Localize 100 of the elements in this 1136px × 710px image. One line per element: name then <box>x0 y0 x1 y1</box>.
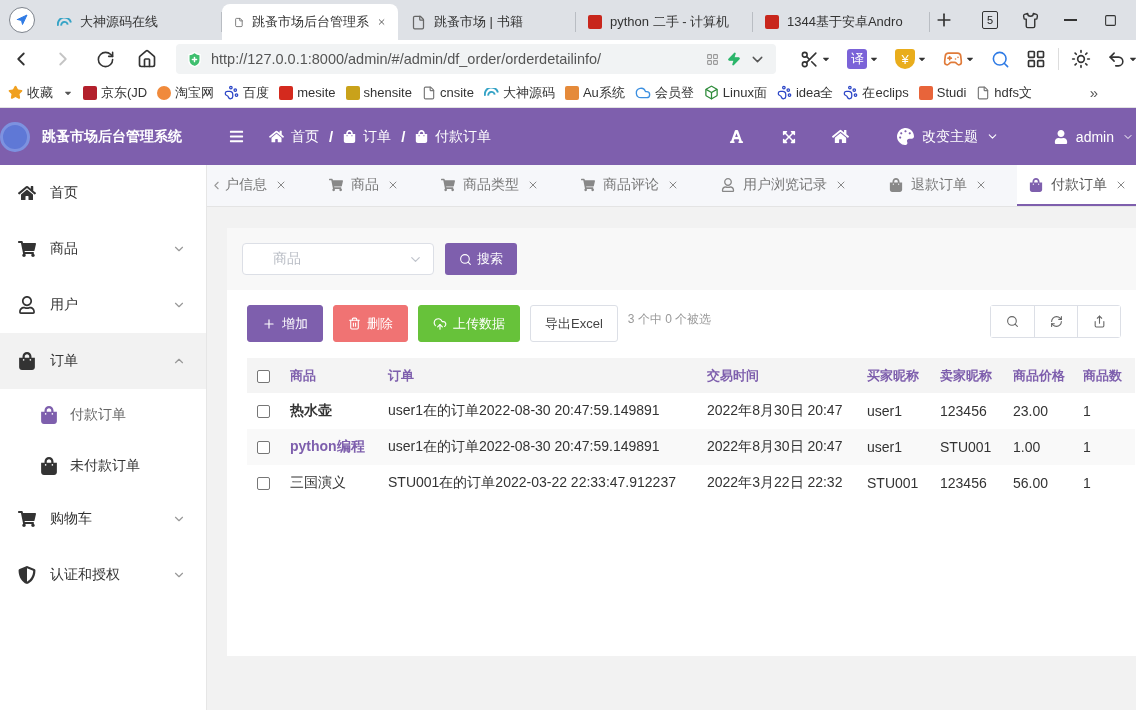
bag-icon <box>18 352 36 370</box>
select-all-checkbox[interactable] <box>257 369 270 383</box>
column-header[interactable]: 商品价格 <box>1003 358 1073 393</box>
bookmark-link[interactable]: shensite <box>345 85 412 100</box>
user-icon <box>18 296 36 314</box>
sidebar-item[interactable]: 订单 <box>0 333 206 389</box>
page-tab[interactable]: 付款订单 <box>1017 165 1136 206</box>
bag-icon <box>40 405 58 424</box>
app-title: 跳蚤市场后台管理系统 <box>42 127 182 146</box>
square-logo-icon <box>345 85 360 100</box>
gamepad-icon <box>943 49 963 69</box>
cart-icon <box>18 510 36 528</box>
row-checkbox[interactable] <box>257 441 270 455</box>
table-cell: 热水壶 <box>280 393 378 429</box>
table-cell: 1 <box>1073 465 1135 501</box>
menu-toggle-button[interactable] <box>229 129 244 144</box>
table-cell: 2022年3月22日 22:32 <box>697 465 857 501</box>
font-icon <box>729 129 745 144</box>
page-tab[interactable]: 商品评论 <box>569 165 691 206</box>
row-checkbox[interactable] <box>257 477 270 491</box>
search-button[interactable]: 搜索 <box>445 243 517 275</box>
page-tab[interactable]: 户信息 <box>225 165 299 206</box>
browser-tab[interactable]: 跳蚤市场 | 书籍 <box>399 4 575 40</box>
breadcrumb-link[interactable]: 首页 <box>269 127 319 146</box>
bookmark-link[interactable]: 大神源码 <box>483 83 555 102</box>
logo-icon <box>0 121 30 152</box>
breadcrumb-link[interactable]: 订单 <box>343 127 392 146</box>
bookmark-link[interactable]: cnsite <box>421 85 474 100</box>
maximize-icon <box>1103 13 1117 27</box>
scissors-icon <box>800 49 819 69</box>
palette-icon <box>896 128 914 145</box>
shield-icon <box>18 566 36 584</box>
cart-icon <box>329 177 343 192</box>
add-button[interactable]: 增加 <box>247 305 323 342</box>
table-cell: STU001在的订单2022-03-22 22:33:47.912237 <box>378 465 697 501</box>
sidebar-subitem[interactable]: 未付款订单 <box>0 440 206 491</box>
bookmark-link[interactable]: idea全 <box>776 83 834 102</box>
bookmark-link[interactable]: 京东(JD <box>83 83 148 102</box>
square-logo-icon <box>918 85 933 100</box>
grid-icon <box>1026 49 1046 69</box>
bookmark-link[interactable]: Studi <box>918 85 967 100</box>
bookmark-link[interactable]: Linux面 <box>703 83 767 102</box>
theme-menu-button[interactable]: 改变主题 <box>896 127 999 146</box>
bookmark-link[interactable]: 收藏 <box>8 83 73 102</box>
minimize-icon <box>1063 19 1077 21</box>
square-logo-icon <box>765 15 779 29</box>
browser-tab[interactable]: 大神源码在线 <box>45 4 221 40</box>
column-header[interactable]: 买家昵称 <box>857 358 930 393</box>
export-button[interactable]: 导出Excel <box>530 305 618 342</box>
breadcrumb-link[interactable]: 付款订单 <box>415 127 492 146</box>
table-cell: 56.00 <box>1003 465 1073 501</box>
column-header[interactable]: 订单 <box>378 358 697 393</box>
sidebar-subitem[interactable]: 付款订单 <box>0 389 206 440</box>
sun-icon <box>1071 49 1091 69</box>
column-header[interactable]: 卖家昵称 <box>930 358 1003 393</box>
bag-icon <box>889 177 903 192</box>
page-tab[interactable]: 退款订单 <box>877 165 999 206</box>
column-header[interactable]: 商品 <box>280 358 378 393</box>
bookmark-link[interactable]: 百度 <box>224 83 270 102</box>
row-checkbox[interactable] <box>257 405 270 419</box>
breadcrumb-separator: / <box>401 128 406 145</box>
bookmark-link[interactable]: mesite <box>279 85 336 100</box>
table-cell: 123456 <box>930 465 1003 501</box>
browser-tab[interactable]: 1344基于安卓Andro <box>753 4 929 40</box>
table-cell: 23.00 <box>1003 393 1073 429</box>
table-cell: 1 <box>1073 393 1135 429</box>
shield-icon <box>186 50 203 68</box>
bookmark-link[interactable]: hdfs文 <box>976 83 1032 102</box>
bookmark-link[interactable]: 淘宝网 <box>157 83 215 102</box>
cloud-upload-icon <box>433 316 447 331</box>
swirl-icon <box>483 88 499 97</box>
selection-summary: 3 个中 0 个被选 <box>627 311 712 328</box>
bookmark-link[interactable]: 会员登 <box>634 83 694 102</box>
tab-count-button[interactable]: 5 <box>982 11 998 29</box>
translate-button[interactable]: 译 <box>847 49 867 69</box>
page-tab[interactable]: 商品 <box>317 165 411 206</box>
bag-icon <box>40 456 58 475</box>
more-bookmarks-button[interactable]: » <box>1089 84 1098 101</box>
round-logo-icon <box>157 85 172 100</box>
paw-icon <box>224 85 240 100</box>
page-tab[interactable]: 用户浏览记录 <box>709 165 859 206</box>
table-cell: user1 <box>857 393 930 429</box>
table-cell: STU001 <box>930 429 1003 465</box>
address-field[interactable]: http://127.0.0.1:8000/admin/#/admin/df_order/orderdetailinfo/ <box>176 44 776 74</box>
user-menu-button[interactable]: admin <box>1053 128 1134 145</box>
table-cell: 1 <box>1073 429 1135 465</box>
bookmark-link[interactable]: Au系统 <box>564 83 625 102</box>
column-header[interactable]: 商品数 <box>1073 358 1135 393</box>
export-menu-button[interactable] <box>1077 306 1120 337</box>
browser-tab[interactable]: python 二手 - 计算机 <box>576 4 752 40</box>
page-tab[interactable]: 商品类型 <box>429 165 551 206</box>
browser-tab[interactable]: 跳蚤市场后台管理系 <box>222 4 398 40</box>
column-header[interactable]: 交易时间 <box>697 358 857 393</box>
bookmark-link[interactable]: 在eclips <box>843 83 909 102</box>
bag-icon <box>415 130 429 143</box>
refresh-icon <box>1049 315 1063 328</box>
browser-logo-icon[interactable] <box>9 7 35 33</box>
bag-icon <box>1029 177 1043 192</box>
expand-icon <box>781 129 796 144</box>
square-logo-icon <box>564 85 579 100</box>
